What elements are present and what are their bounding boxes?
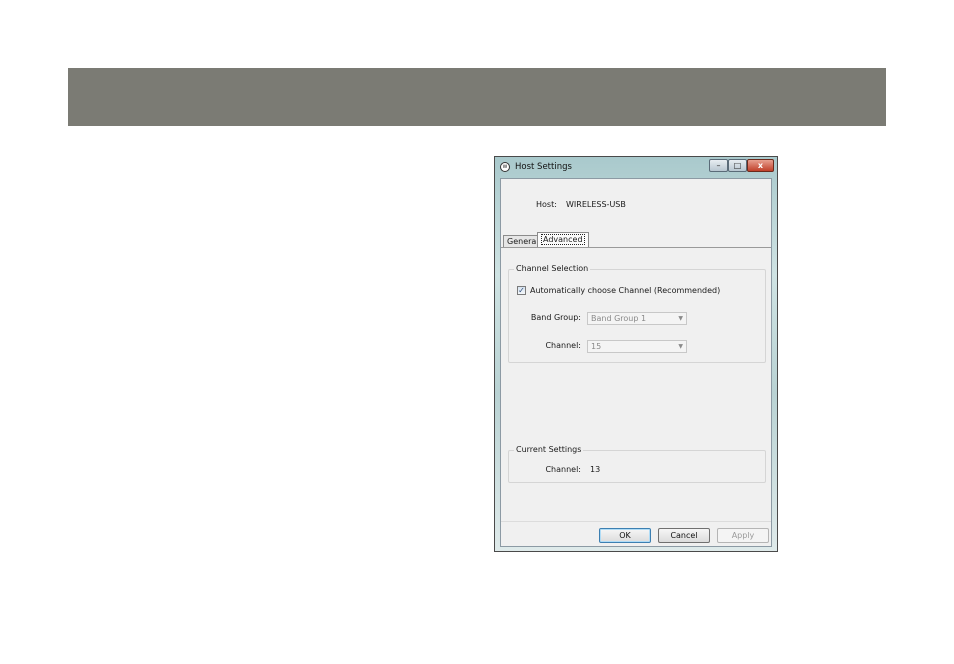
maximize-button[interactable]: □ [728, 159, 747, 172]
tab-advanced[interactable]: Advanced [537, 232, 589, 248]
host-label: Host: [536, 200, 557, 209]
chevron-down-icon: ▼ [678, 343, 683, 350]
close-button[interactable]: x [747, 159, 774, 172]
current-settings-group: Current Settings Channel: 13 [508, 445, 766, 483]
channel-selection-legend: Channel Selection [514, 264, 591, 273]
channel-select[interactable]: 15 ▼ [587, 340, 687, 353]
document-header-bar [68, 68, 886, 126]
band-group-value: Band Group 1 [591, 314, 647, 323]
wireless-usb-icon: w [500, 162, 510, 172]
close-icon: x [757, 161, 764, 170]
host-value: WIRELESS-USB [566, 200, 626, 209]
window-title: Host Settings [515, 162, 572, 172]
channel-value: 15 [591, 342, 602, 351]
title-bar[interactable]: w Host Settings – □ x [495, 157, 777, 178]
minimize-button[interactable]: – [709, 159, 728, 172]
dialog-client-area: Host: WIRELESS-USB General Advanced Chan… [500, 178, 772, 547]
tab-panel-border [501, 247, 771, 248]
apply-button[interactable]: Apply [717, 528, 769, 543]
maximize-icon: □ [733, 161, 742, 170]
tab-advanced-label: Advanced [541, 234, 585, 245]
cancel-button[interactable]: Cancel [658, 528, 710, 543]
ok-button[interactable]: OK [599, 528, 651, 543]
auto-channel-checkbox[interactable]: ✓ [517, 286, 526, 295]
auto-channel-label[interactable]: Automatically choose Channel (Recommende… [530, 286, 720, 295]
channel-label: Channel: [545, 341, 581, 350]
host-settings-dialog: w Host Settings – □ x Host: WIRELESS-USB… [494, 156, 778, 552]
channel-selection-group: Channel Selection ✓ Automatically choose… [508, 264, 766, 363]
current-settings-legend: Current Settings [514, 445, 584, 454]
minimize-icon: – [716, 161, 721, 170]
current-channel-value: 13 [590, 465, 601, 474]
chevron-down-icon: ▼ [678, 315, 683, 322]
current-channel-label: Channel: [545, 465, 581, 474]
footer-separator [501, 521, 771, 522]
band-group-select[interactable]: Band Group 1 ▼ [587, 312, 687, 325]
band-group-label: Band Group: [530, 313, 581, 322]
